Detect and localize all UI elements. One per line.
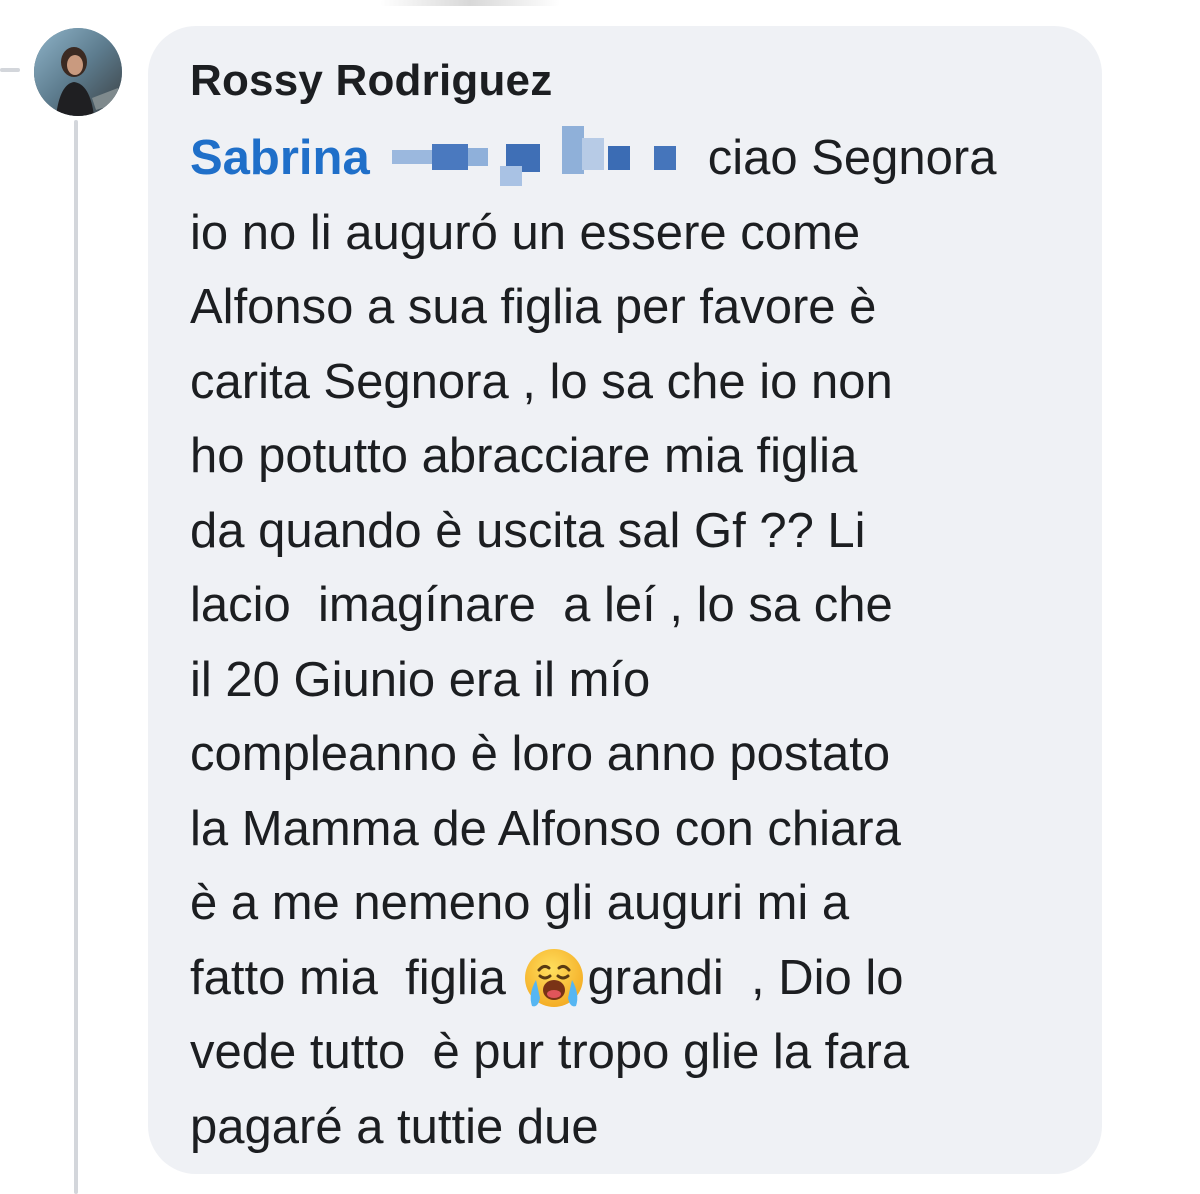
comment-line: Sabrina ciao Segnora [190, 121, 1080, 196]
comment-line: ho potutto abracciare mia figlia [190, 429, 858, 483]
blurred-previous-comment [380, 0, 560, 6]
comment-line: lacio imagínare a leí , lo sa che [190, 578, 893, 632]
comment-line: Alfonso a sua figlia per favore è [190, 280, 877, 334]
comment-line: il 20 Giunio era il mío [190, 652, 651, 707]
comment-line: la Mamma de Alfonso con chiara [190, 801, 901, 856]
comment-line: compleanno è loro anno postato [190, 727, 891, 781]
comment-author-name[interactable]: Rossy Rodriguez [190, 56, 552, 106]
comment-line: carita Segnora , lo sa che io non [190, 354, 893, 409]
thread-connector [0, 68, 20, 72]
avatar[interactable] [34, 28, 122, 116]
comment-line: da quando è uscita sal Gf ?? Li [190, 503, 866, 558]
comment-body: Sabrina ciao Segnora io no li auguró un e… [190, 121, 1080, 1164]
comment-line: io no li auguró un essere come [190, 205, 861, 260]
mention-link[interactable]: Sabrina [190, 131, 370, 185]
comment-line: vede tutto è pur tropo glie la fara [190, 1025, 910, 1079]
comment-line: è a me nemeno gli auguri mi a [190, 876, 850, 930]
comment-line: pagaré a tuttie due [190, 1099, 599, 1154]
redacted-name [391, 126, 692, 186]
profile-photo-icon [34, 28, 122, 116]
crying-face-icon [522, 946, 586, 1010]
thread-line [74, 120, 78, 1194]
comment-line: fatto mia figlia grandi , Dio lo [190, 941, 1080, 1016]
